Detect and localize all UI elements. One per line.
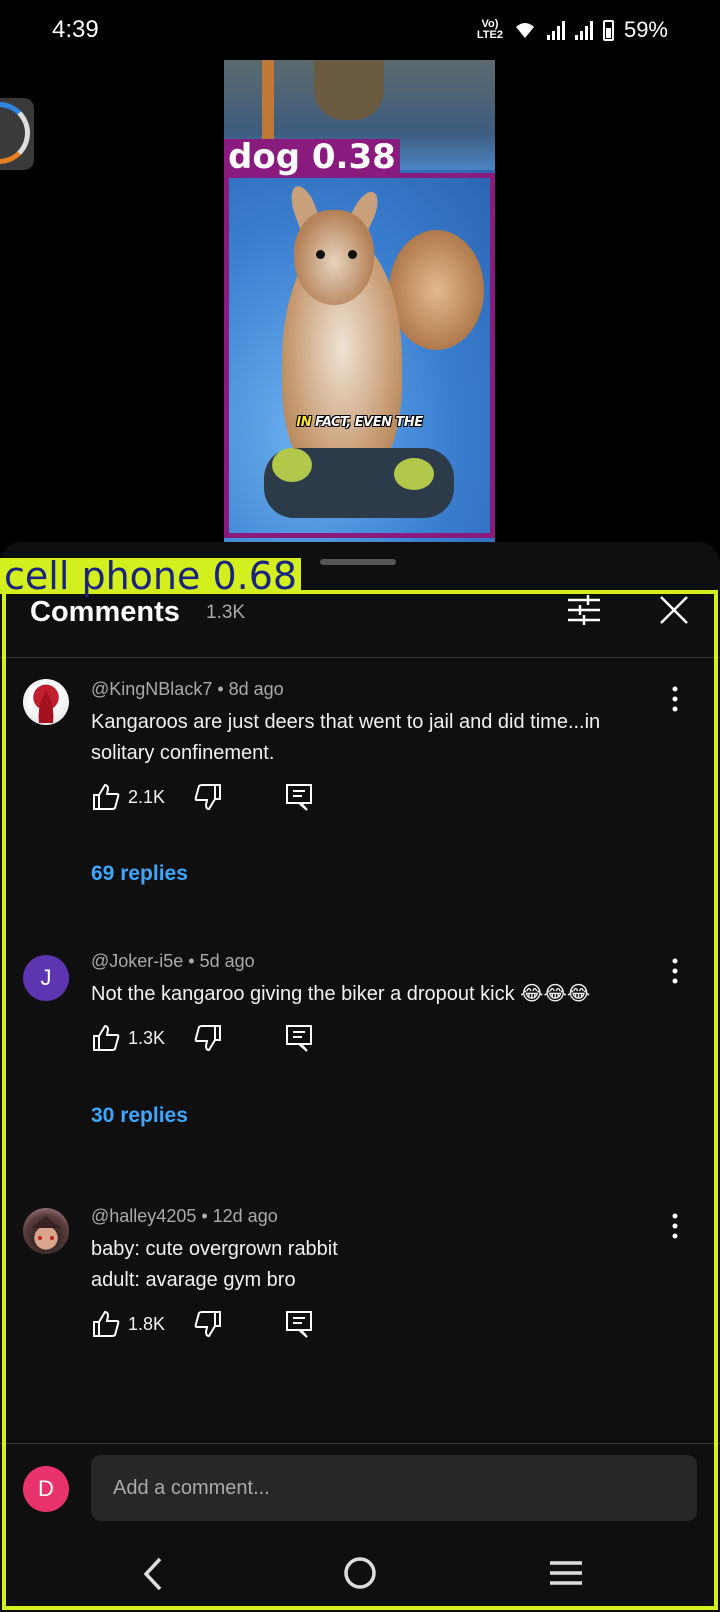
more-options-icon[interactable] (666, 1212, 684, 1240)
avatar[interactable]: J (23, 955, 69, 1001)
dislike-icon[interactable] (193, 782, 223, 812)
reply-icon[interactable] (284, 1309, 314, 1339)
avatar-character-icon (31, 1216, 61, 1240)
comments-count: 1.3K (206, 602, 246, 623)
status-time: 4:39 (52, 16, 99, 43)
bubble-app-icon (0, 102, 30, 164)
avatar-figure-icon (38, 691, 54, 723)
battery-percent: 59% (623, 17, 668, 42)
nav-back-icon[interactable] (138, 1556, 168, 1592)
reply-icon[interactable] (284, 1023, 314, 1053)
reply-icon[interactable] (284, 782, 314, 812)
signal-icon-2 (574, 20, 593, 40)
comment-text-line: baby: cute overgrown rabbit (91, 1238, 338, 1260)
dislike-icon[interactable] (193, 1309, 223, 1339)
like-icon[interactable] (91, 782, 121, 812)
wifi-icon (515, 23, 534, 38)
avatar[interactable] (23, 679, 69, 725)
my-avatar[interactable]: D (23, 1466, 69, 1512)
avatar[interactable] (23, 1208, 69, 1254)
filter-icon[interactable] (566, 594, 602, 626)
comment-actions: 1.8K (91, 1309, 391, 1343)
close-icon[interactable] (658, 594, 690, 626)
comments-title: Comments (30, 596, 180, 628)
battery-icon (602, 19, 614, 41)
comment-text: Kangaroos are just deers that went to ja… (91, 711, 601, 764)
status-bar: 4:39 Vo) LTE2 59% (0, 0, 720, 60)
nav-home-icon[interactable] (343, 1556, 377, 1590)
floating-bubble[interactable] (0, 98, 34, 170)
comment-text: Not the kangaroo giving the biker a drop… (91, 983, 591, 1005)
more-options-icon[interactable] (666, 957, 684, 985)
like-count: 2.1K (128, 787, 166, 807)
like-count: 1.8K (128, 1314, 166, 1334)
comment-meta: @halley4205 • 12d ago (91, 1206, 278, 1226)
dog-detection-label: dog 0.38 (224, 139, 400, 175)
comment-meta: @Joker-i5e • 5d ago (91, 951, 255, 971)
dislike-icon[interactable] (193, 1023, 223, 1053)
cell-phone-detection-label: cell phone 0.68 (0, 557, 302, 595)
comment-actions: 2.1K (91, 782, 391, 816)
comment-meta: @KingNBlack7 • 8d ago (91, 679, 284, 699)
sheet-drag-handle[interactable] (320, 559, 396, 565)
signal-icon-1 (546, 20, 565, 40)
nav-recents-icon[interactable] (548, 1558, 584, 1588)
video-object (314, 60, 384, 120)
like-icon[interactable] (91, 1023, 121, 1053)
add-comment-divider (0, 1443, 720, 1444)
more-options-icon[interactable] (666, 685, 684, 713)
comment-actions: 1.3K (91, 1023, 391, 1057)
volte-icon: Vo) LTE2 (476, 18, 503, 41)
like-count: 1.3K (128, 1028, 166, 1048)
add-comment-input[interactable] (91, 1455, 697, 1521)
dog-detection-box (224, 173, 495, 538)
status-icons: Vo) LTE2 59% (477, 17, 668, 43)
comment-text: baby: cute overgrown rabbit adult: avara… (91, 1234, 651, 1296)
comments-sheet: Comments 1.3K @KingNBlack7 • 8d ago Kang… (0, 542, 720, 1612)
like-icon[interactable] (91, 1309, 121, 1339)
replies-link[interactable]: 30 replies (91, 1104, 188, 1128)
replies-link[interactable]: 69 replies (91, 862, 188, 886)
comment-text-line: adult: avarage gym bro (91, 1269, 296, 1291)
